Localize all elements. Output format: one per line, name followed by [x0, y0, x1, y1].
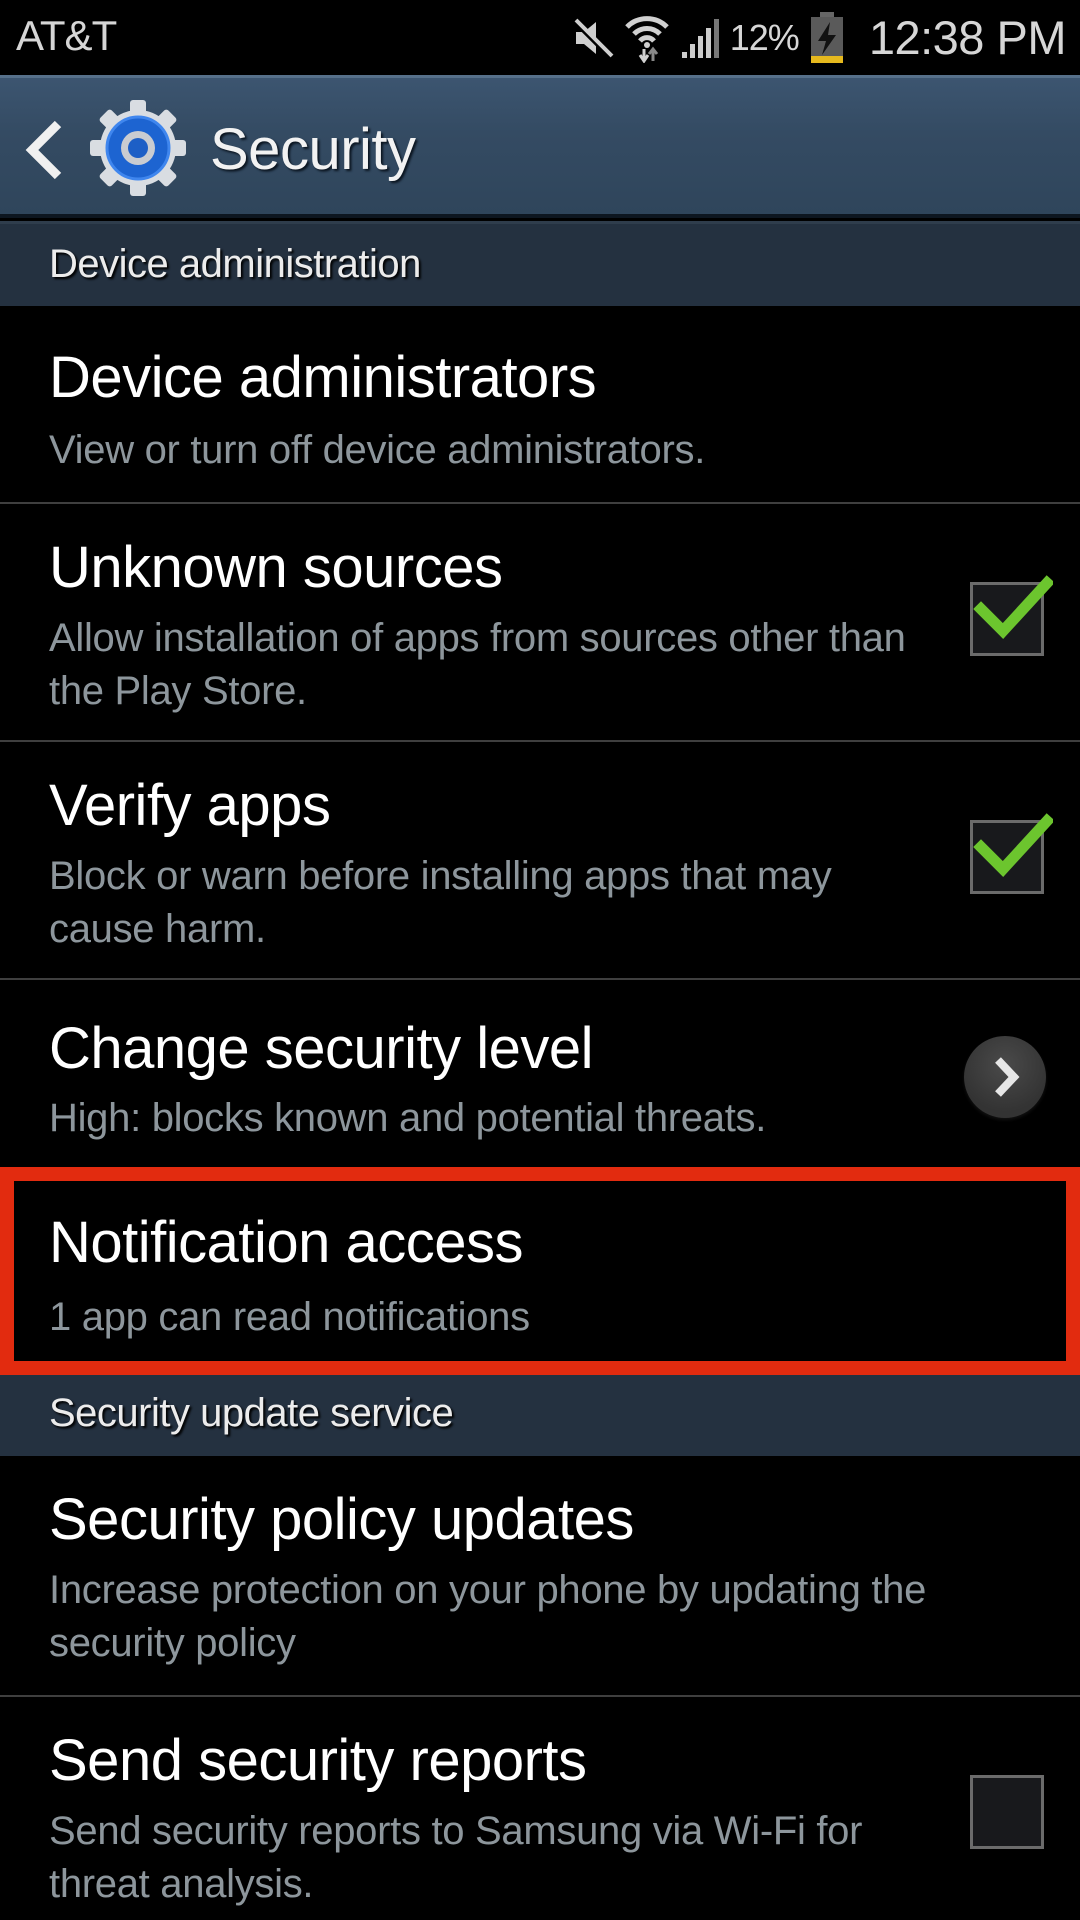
- item-summary: Send security reports to Samsung via Wi-…: [49, 1809, 863, 1906]
- settings-gear-icon[interactable]: [88, 98, 188, 198]
- status-bar: AT&T 12% 12:38 PM: [0, 0, 1080, 75]
- verify-apps-checkbox[interactable]: [970, 813, 1053, 894]
- checkmark-icon: [973, 813, 1053, 877]
- unknown-sources-checkbox[interactable]: [970, 575, 1053, 656]
- carrier-name: AT&T: [16, 12, 117, 59]
- section-header-label: Security update service: [49, 1391, 454, 1435]
- chevron-left-icon[interactable]: [24, 120, 64, 180]
- page-title: Security: [210, 117, 416, 182]
- list-item-unknown-sources[interactable]: Unknown sources Allow installation of ap…: [0, 504, 1080, 742]
- security-level-arrow-button[interactable]: [964, 1036, 1046, 1118]
- list-item-device-administrators[interactable]: Device administrators View or turn off d…: [0, 306, 1080, 504]
- item-title: Unknown sources: [49, 535, 503, 600]
- item-summary: Block or warn before installing apps tha…: [49, 854, 832, 951]
- list-item-security-policy-updates[interactable]: Security policy updates Increase protect…: [0, 1456, 1080, 1697]
- signal-icon: [680, 16, 720, 60]
- section-header-security-update-service: Security update service: [0, 1375, 1080, 1456]
- item-summary: View or turn off device administrators.: [49, 428, 706, 472]
- item-title: Change security level: [49, 1016, 594, 1081]
- item-title: Send security reports: [49, 1728, 587, 1793]
- checkmark-icon: [973, 575, 1053, 639]
- item-summary: Increase protection on your phone by upd…: [49, 1568, 927, 1665]
- item-title: Verify apps: [49, 773, 331, 838]
- list-item-notification-access[interactable]: Notification access 1 app can read notif…: [0, 1167, 1080, 1375]
- chevron-right-icon: [995, 1057, 1020, 1097]
- item-summary: Allow installation of apps from sources …: [49, 616, 906, 713]
- list-item-change-security-level[interactable]: Change security level High: blocks known…: [0, 980, 1080, 1167]
- list-item-verify-apps[interactable]: Verify apps Block or warn before install…: [0, 742, 1080, 980]
- status-icons: 12% 12:38 PM: [570, 0, 1067, 75]
- send-security-reports-checkbox[interactable]: [970, 1775, 1044, 1849]
- battery-percent: 12%: [729, 16, 800, 58]
- section-header-label: Device administration: [49, 242, 421, 286]
- section-header-device-administration: Device administration: [0, 221, 1080, 306]
- item-title: Security policy updates: [49, 1487, 634, 1552]
- item-title: Notification access: [49, 1210, 524, 1275]
- mute-icon: [570, 16, 614, 60]
- battery-charging-icon: [809, 11, 845, 65]
- wifi-icon: [624, 13, 670, 63]
- action-bar: Security: [0, 75, 1080, 218]
- item-summary: 1 app can read notifications: [49, 1295, 530, 1339]
- item-summary: High: blocks known and potential threats…: [49, 1096, 767, 1140]
- item-title: Device administrators: [49, 345, 597, 410]
- list-item-send-security-reports[interactable]: Send security reports Send security repo…: [0, 1697, 1080, 1920]
- clock: 12:38 PM: [868, 11, 1067, 64]
